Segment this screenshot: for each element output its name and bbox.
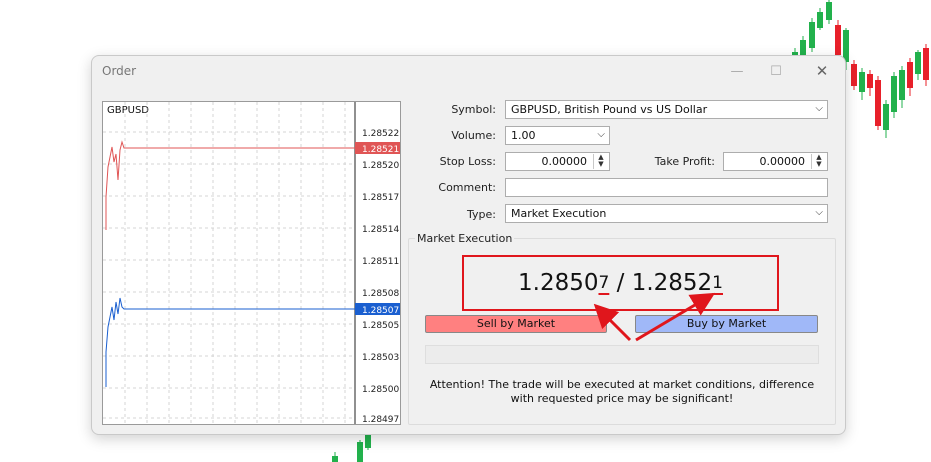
candle-body (907, 62, 913, 88)
volume-label: Volume: (451, 129, 496, 142)
candle-body (899, 70, 905, 100)
comment-label: Comment: (438, 181, 496, 194)
candle-body (809, 22, 815, 48)
chevron-down-icon: ⌵ (597, 129, 605, 140)
candle-body (859, 72, 865, 92)
candle-body (923, 48, 929, 80)
type-value: Market Execution (511, 207, 607, 220)
stoploss-input[interactable]: 0.00000 ▲ ▼ (505, 152, 610, 171)
takeprofit-value: 0.00000 (759, 155, 806, 168)
maximize-button[interactable]: ☐ (762, 60, 790, 82)
dialog-title: Order (102, 64, 137, 78)
tick-chart-canvas: 1.285221.285201.285171.285141.285111.285… (103, 102, 400, 424)
stoploss-label: Stop Loss: (439, 155, 496, 168)
price-separator: / (609, 270, 632, 296)
close-button[interactable]: ✕ (808, 60, 836, 82)
comment-input[interactable] (505, 178, 828, 197)
candle-body (826, 2, 832, 20)
group-title: Market Execution (415, 232, 515, 245)
close-icon: ✕ (815, 62, 829, 80)
spin-down-icon[interactable]: ▼ (594, 161, 608, 168)
candle-body (883, 104, 889, 130)
candle-body (875, 80, 881, 126)
sell-by-market-button[interactable]: Sell by Market (425, 315, 607, 333)
candle-body (851, 64, 857, 86)
takeprofit-label: Take Profit: (654, 155, 715, 168)
price-tick-label: 1.28511 (362, 257, 399, 267)
price-tick-label: 1.28508 (362, 289, 399, 299)
price-tick-label: 1.28497 (362, 415, 399, 424)
type-select[interactable]: Market Execution ⌵ (505, 204, 828, 223)
candle-body (835, 25, 841, 55)
symbol-value: GBPUSD, British Pound vs US Dollar (511, 103, 708, 116)
candle-body (332, 456, 338, 462)
candle-body (800, 40, 806, 55)
candle-body (915, 52, 921, 74)
bid-price-tag-label: 1.28507 (362, 306, 399, 316)
candle-body (357, 442, 363, 462)
volume-select[interactable]: 1.00 ⌵ (505, 126, 610, 145)
title-bar: Order — ☐ ✕ (92, 56, 845, 86)
takeprofit-input[interactable]: 0.00000 ▲ ▼ (723, 152, 828, 171)
tick-chart: GBPUSD 1.28522 1.28520 1.28517 1.28514 1.285… (102, 101, 401, 425)
minimize-icon: — (730, 63, 744, 79)
price-tick-label: 1.28517 (362, 193, 399, 203)
takeprofit-spinner[interactable]: ▲ ▼ (811, 154, 826, 169)
price-tick-label: 1.28503 (362, 353, 399, 363)
bid-price-line (105, 297, 355, 387)
volume-value: 1.00 (511, 129, 536, 142)
candle-body (891, 76, 897, 112)
symbol-label: Symbol: (451, 103, 496, 116)
bid-price-last-digit: 7 (598, 273, 610, 293)
bid-price-main: 1.2850 (518, 270, 599, 296)
order-dialog: Order — ☐ ✕ GBPUSD 1.28522 1.28520 1.28517… (91, 55, 846, 435)
price-display: 1.2850 7 / 1.2852 1 (462, 255, 779, 311)
stoploss-value: 0.00000 (541, 155, 588, 168)
symbol-select[interactable]: GBPUSD, British Pound vs US Dollar ⌵ (505, 100, 828, 119)
price-tick-label: 1.28505 (362, 321, 399, 331)
chevron-down-icon: ⌵ (815, 103, 823, 114)
price-tick-label: 1.28514 (362, 225, 399, 235)
ask-price-main: 1.2852 (631, 270, 713, 296)
execution-progress-bar (425, 345, 819, 364)
spin-down-icon[interactable]: ▼ (812, 161, 826, 168)
chevron-down-icon: ⌵ (815, 207, 823, 218)
type-label: Type: (467, 208, 496, 221)
stoploss-spinner[interactable]: ▲ ▼ (593, 154, 608, 169)
price-tick-label: 1.28500 (362, 385, 399, 395)
ask-price-last-digit: 1 (712, 273, 723, 293)
ask-price-line (105, 140, 355, 230)
candle-body (817, 12, 823, 28)
attention-note: Attention! The trade will be executed at… (429, 378, 815, 405)
buy-by-market-button[interactable]: Buy by Market (635, 315, 818, 333)
candle-body (867, 74, 873, 88)
maximize-icon: ☐ (770, 63, 782, 79)
minimize-button[interactable]: — (723, 60, 751, 82)
ask-price-tag-label: 1.28521 (362, 145, 399, 155)
